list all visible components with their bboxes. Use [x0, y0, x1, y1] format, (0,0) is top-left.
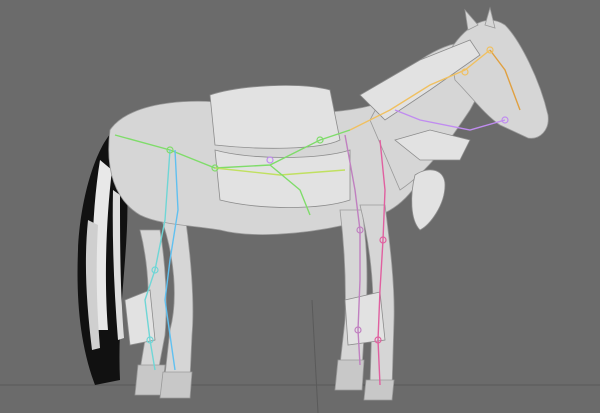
- viewport-canvas[interactable]: [0, 0, 600, 413]
- 3d-viewport[interactable]: horse-rig: [0, 0, 600, 413]
